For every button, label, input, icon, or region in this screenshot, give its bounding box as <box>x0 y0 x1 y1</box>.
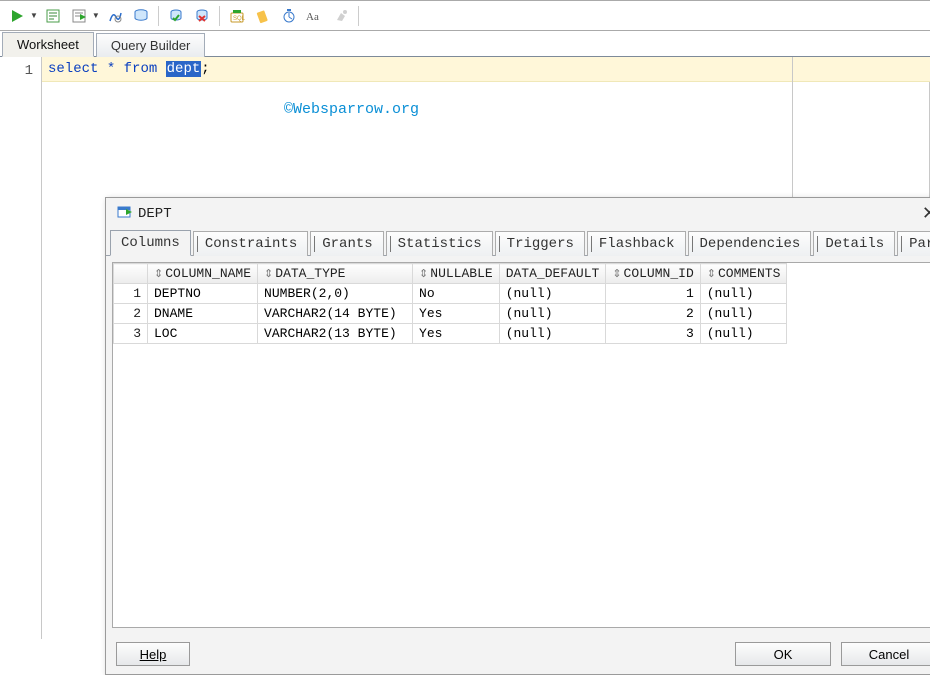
col-nullable[interactable]: ⇕NULLABLE <box>413 264 500 284</box>
sql-keyword: from <box>124 61 158 77</box>
tab-triggers[interactable]: Triggers <box>495 231 585 256</box>
cell-column-name: DNAME <box>148 304 258 324</box>
worksheet-tabs: Worksheet Query Builder <box>0 31 930 57</box>
cell-rownum: 1 <box>114 284 148 304</box>
table-row[interactable]: 1 DEPTNO NUMBER(2,0) No (null) 1 (null) <box>114 284 787 304</box>
sql-text-area[interactable]: select * from dept; ©Websparrow.org DEPT… <box>42 57 930 639</box>
sql-star: * <box>107 61 115 77</box>
cell-data-type: VARCHAR2(14 BYTE) <box>258 304 413 324</box>
cell-nullable: Yes <box>413 304 500 324</box>
toolbar-separator <box>358 6 359 26</box>
autotrace-icon[interactable] <box>104 5 126 27</box>
cell-rownum: 3 <box>114 324 148 344</box>
sql-selected-token: dept <box>166 61 202 77</box>
sql-line-1: select * from dept; <box>42 57 930 82</box>
explain-dropdown-icon[interactable]: ▼ <box>92 11 100 20</box>
cell-default: (null) <box>499 284 606 304</box>
table-describe-dialog: DEPT ✕ Columns Constraints Grants Statis… <box>105 197 930 675</box>
col-rownum[interactable] <box>114 264 148 284</box>
dialog-title: DEPT <box>138 206 172 222</box>
line-gutter: 1 <box>0 57 42 639</box>
cell-column-id: 3 <box>606 324 700 344</box>
tab-details[interactable]: Details <box>813 231 895 256</box>
table-icon <box>116 204 132 225</box>
tab-columns[interactable]: Columns <box>110 230 191 256</box>
settings-icon[interactable] <box>330 5 352 27</box>
run-script-icon[interactable] <box>42 5 64 27</box>
help-button[interactable]: Help <box>116 642 190 666</box>
text-case-icon[interactable]: Aa <box>304 5 326 27</box>
cell-column-name: DEPTNO <box>148 284 258 304</box>
sql-recall-icon[interactable]: SQL <box>226 5 248 27</box>
sql-history-icon[interactable] <box>130 5 152 27</box>
col-data-default[interactable]: DATA_DEFAULT <box>499 264 606 284</box>
cell-column-id: 1 <box>606 284 700 304</box>
sql-terminator: ; <box>201 61 209 77</box>
dialog-titlebar: DEPT ✕ <box>106 198 930 230</box>
toolbar-separator <box>219 6 220 26</box>
run-icon[interactable] <box>6 5 28 27</box>
table-row[interactable]: 3 LOC VARCHAR2(13 BYTE) Yes (null) 3 (nu… <box>114 324 787 344</box>
sql-editor: 1 select * from dept; ©Websparrow.org DE… <box>0 57 930 639</box>
line-number: 1 <box>0 63 33 79</box>
tab-partitions[interactable]: Partitions <box>897 231 930 256</box>
cell-default: (null) <box>499 304 606 324</box>
col-comments[interactable]: ⇕COMMENTS <box>700 264 787 284</box>
timer-icon[interactable] <box>278 5 300 27</box>
cell-rownum: 2 <box>114 304 148 324</box>
table-row[interactable]: 2 DNAME VARCHAR2(14 BYTE) Yes (null) 2 (… <box>114 304 787 324</box>
cell-nullable: No <box>413 284 500 304</box>
cell-comments: (null) <box>700 304 787 324</box>
dialog-tabs: Columns Constraints Grants Statistics Tr… <box>106 230 930 256</box>
cell-nullable: Yes <box>413 324 500 344</box>
cancel-button[interactable]: Cancel <box>841 642 930 666</box>
commit-icon[interactable] <box>165 5 187 27</box>
toolbar-separator <box>158 6 159 26</box>
tab-constraints[interactable]: Constraints <box>193 231 308 256</box>
svg-text:Aa: Aa <box>306 11 319 23</box>
tab-flashback[interactable]: Flashback <box>587 231 686 256</box>
rollback-icon[interactable] <box>191 5 213 27</box>
clear-icon[interactable] <box>252 5 274 27</box>
columns-grid-container: ⇕COLUMN_NAME ⇕DATA_TYPE ⇕NULLABLE DATA_D… <box>112 262 930 628</box>
col-data-type[interactable]: ⇕DATA_TYPE <box>258 264 413 284</box>
tab-query-builder[interactable]: Query Builder <box>96 33 205 57</box>
tab-worksheet[interactable]: Worksheet <box>2 32 94 57</box>
main-toolbar: ▼ ▼ SQL Aa <box>0 1 930 31</box>
run-dropdown-icon[interactable]: ▼ <box>30 11 38 20</box>
tab-grants[interactable]: Grants <box>310 231 383 256</box>
cell-comments: (null) <box>700 324 787 344</box>
cell-column-name: LOC <box>148 324 258 344</box>
dialog-buttonbar: Help OK Cancel <box>106 634 930 674</box>
explain-plan-icon[interactable] <box>68 5 90 27</box>
cell-data-type: NUMBER(2,0) <box>258 284 413 304</box>
tab-statistics[interactable]: Statistics <box>386 231 493 256</box>
svg-text:SQL: SQL <box>233 16 245 22</box>
close-icon[interactable]: ✕ <box>922 203 930 225</box>
cell-comments: (null) <box>700 284 787 304</box>
col-column-name[interactable]: ⇕COLUMN_NAME <box>148 264 258 284</box>
sql-keyword: select <box>48 61 98 77</box>
columns-grid: ⇕COLUMN_NAME ⇕DATA_TYPE ⇕NULLABLE DATA_D… <box>113 263 787 344</box>
col-column-id[interactable]: ⇕COLUMN_ID <box>606 264 700 284</box>
cell-column-id: 2 <box>606 304 700 324</box>
grid-header-row: ⇕COLUMN_NAME ⇕DATA_TYPE ⇕NULLABLE DATA_D… <box>114 264 787 284</box>
tab-dependencies[interactable]: Dependencies <box>688 231 812 256</box>
cell-default: (null) <box>499 324 606 344</box>
watermark-text: ©Websparrow.org <box>284 101 419 118</box>
cell-data-type: VARCHAR2(13 BYTE) <box>258 324 413 344</box>
ok-button[interactable]: OK <box>735 642 831 666</box>
